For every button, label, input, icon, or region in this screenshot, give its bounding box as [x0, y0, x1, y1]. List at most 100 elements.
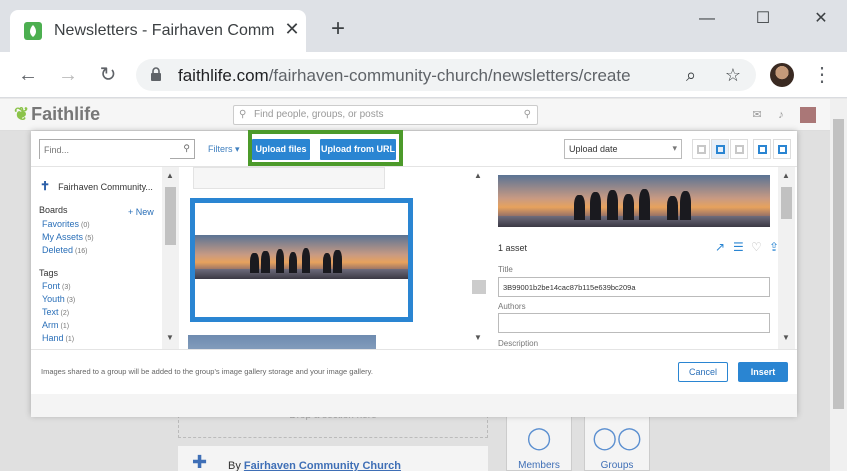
- group-selector[interactable]: ✝ Fairhaven Community...: [40, 179, 153, 193]
- reload-button[interactable]: ↻: [96, 63, 120, 87]
- heart-icon[interactable]: ♡: [751, 240, 762, 254]
- tag-count: (3): [62, 284, 71, 291]
- forward-button[interactable]: →: [56, 63, 80, 87]
- modal-footer: Images shared to a group will be added t…: [31, 349, 797, 417]
- site-search-input[interactable]: ⚲ Find people, groups, or posts ⚲: [233, 105, 538, 125]
- url-text: faithlife.com/fairhaven-community-church…: [178, 66, 631, 86]
- star-icon[interactable]: ☆: [722, 64, 744, 86]
- page-scrollbar-thumb[interactable]: [833, 119, 844, 409]
- board-label: My Assets: [42, 232, 84, 242]
- sunset-preview-image: [498, 175, 770, 227]
- tag-count: (1): [60, 323, 70, 330]
- members-icon: ◯: [526, 425, 552, 450]
- person-silhouette: [666, 195, 678, 220]
- members-label: Members: [518, 460, 560, 471]
- tag-item[interactable]: Font (3): [42, 281, 71, 291]
- authors-field[interactable]: [498, 313, 770, 333]
- faithlife-logo[interactable]: ❦ Faithlife: [14, 104, 100, 125]
- asset-search-input[interactable]: [40, 141, 170, 159]
- split-view-icon: [778, 145, 787, 154]
- tag-count: (2): [60, 310, 70, 317]
- media-picker-modal: ⚲ Filters ▾ Upload files Upload from URL…: [31, 130, 797, 417]
- asset-detail-panel: 1 asset ↗ ☰ ♡ ⇪ ⇣ Title 3B99001b2be14cac…: [495, 167, 797, 349]
- scroll-down-icon[interactable]: ▼: [782, 333, 790, 342]
- detail-scrollbar-thumb[interactable]: [781, 187, 792, 219]
- person-silhouette: [574, 194, 586, 220]
- tag-count: (1): [65, 336, 75, 343]
- tag-item[interactable]: Arm (1): [42, 320, 69, 330]
- tag-item[interactable]: Hand (1): [42, 333, 74, 343]
- tag-item[interactable]: Text (2): [42, 307, 69, 317]
- tags-title: Tags: [39, 268, 59, 278]
- tag-item[interactable]: Youth (3): [42, 294, 75, 304]
- new-board-link[interactable]: + New: [128, 207, 154, 217]
- view-small-grid-button[interactable]: [692, 139, 710, 159]
- tag-label: Hand: [42, 333, 64, 343]
- insert-button[interactable]: Insert: [738, 362, 788, 382]
- search-icon: ⚲: [239, 109, 247, 120]
- detail-scrollbar[interactable]: ▲ ▼: [778, 167, 795, 349]
- grid-scrollbar[interactable]: ▲ ▼: [471, 167, 488, 349]
- messages-icon[interactable]: ✉: [750, 108, 764, 122]
- board-item[interactable]: Deleted (16): [42, 245, 87, 255]
- person-silhouette: [301, 248, 311, 273]
- faithlife-favicon-icon: [24, 22, 42, 40]
- leaf-icon: ❦: [14, 104, 30, 124]
- group-name: Fairhaven Community...: [58, 182, 153, 192]
- new-tab-button[interactable]: +: [326, 17, 350, 41]
- view-list-button[interactable]: [730, 139, 748, 159]
- list-icon[interactable]: ☰: [733, 240, 744, 254]
- title-field[interactable]: 3B99001b2be14cac87b115e639bc209a: [498, 277, 770, 297]
- view-split-button[interactable]: [773, 139, 791, 159]
- board-item[interactable]: Favorites (0): [42, 219, 90, 229]
- browser-menu-icon[interactable]: ⋮: [812, 63, 832, 87]
- user-avatar[interactable]: [800, 107, 816, 123]
- view-detail-button[interactable]: [753, 139, 771, 159]
- upload-from-url-button[interactable]: Upload from URL: [320, 139, 396, 160]
- logo-text: Faithlife: [31, 104, 101, 124]
- zoom-icon[interactable]: ⌕: [680, 64, 702, 86]
- search-icon: ⚲: [183, 143, 190, 153]
- scroll-down-icon[interactable]: ▼: [474, 333, 482, 342]
- page-scrollbar[interactable]: [830, 99, 847, 471]
- view-grid-button[interactable]: [711, 139, 729, 159]
- notifications-icon[interactable]: ♪: [774, 108, 788, 122]
- scroll-down-icon[interactable]: ▼: [166, 333, 174, 342]
- asset-thumbnail[interactable]: [188, 335, 376, 349]
- open-external-icon[interactable]: ↗: [715, 240, 725, 254]
- grid-scrollbar-thumb[interactable]: [472, 280, 486, 294]
- maximize-button[interactable]: ☐: [748, 6, 778, 32]
- asset-count: 1 asset: [498, 243, 528, 253]
- asset-search-field[interactable]: ⚲: [39, 139, 195, 159]
- browser-tab[interactable]: Newsletters - Fairhaven Community Church…: [10, 10, 306, 52]
- upload-files-button[interactable]: Upload files: [252, 139, 310, 160]
- board-count: (5): [85, 235, 94, 242]
- grid-view-icon: [697, 145, 706, 154]
- title-label: Title: [498, 265, 513, 274]
- minimize-button[interactable]: —: [692, 6, 722, 32]
- browser-toolbar: ← → ↻ faithlife.com/fairhaven-community-…: [0, 52, 847, 98]
- selected-asset-tile[interactable]: [190, 198, 413, 322]
- scroll-up-icon[interactable]: ▲: [166, 171, 174, 180]
- byline-author-link[interactable]: Fairhaven Community Church: [244, 460, 401, 471]
- asset-thumbnail[interactable]: [193, 167, 385, 189]
- person-silhouette: [275, 249, 285, 273]
- person-silhouette: [623, 193, 634, 220]
- sidebar-scrollbar-thumb[interactable]: [165, 187, 176, 245]
- back-button[interactable]: ←: [16, 63, 40, 87]
- location-pin-icon: ⚲: [523, 109, 531, 120]
- person-silhouette: [606, 189, 618, 220]
- modal-toolbar: ⚲ Filters ▾ Upload files Upload from URL…: [31, 130, 797, 167]
- profile-avatar[interactable]: [770, 63, 794, 87]
- board-item[interactable]: My Assets (5): [42, 232, 94, 242]
- scroll-up-icon[interactable]: ▲: [782, 171, 790, 180]
- sort-select[interactable]: Upload date ▾: [564, 139, 682, 159]
- church-cross-icon: ✚: [192, 452, 208, 471]
- cancel-button[interactable]: Cancel: [678, 362, 728, 382]
- tab-close-icon[interactable]: ✕: [282, 19, 302, 39]
- address-bar[interactable]: faithlife.com/fairhaven-community-church…: [136, 59, 756, 91]
- close-window-button[interactable]: ✕: [806, 6, 836, 32]
- sidebar-scrollbar[interactable]: ▲ ▼: [162, 167, 179, 349]
- filters-dropdown[interactable]: Filters ▾: [208, 144, 240, 155]
- scroll-up-icon[interactable]: ▲: [474, 171, 482, 180]
